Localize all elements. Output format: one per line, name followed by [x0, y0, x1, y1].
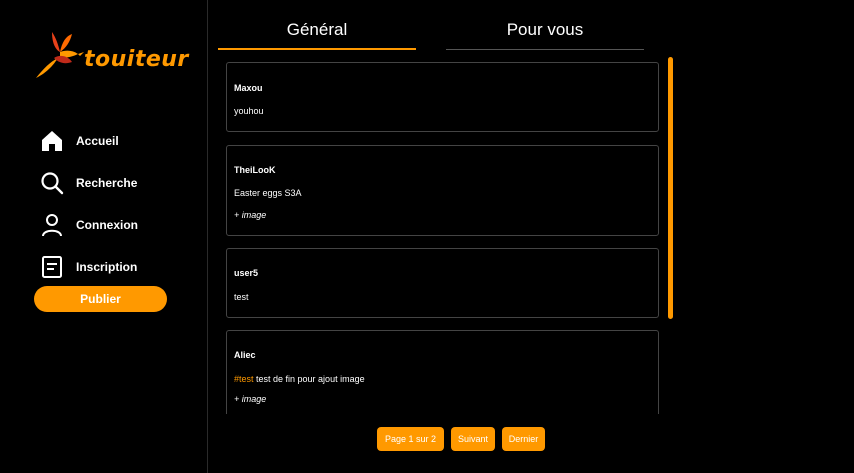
post-image-note: + image: [234, 210, 267, 220]
post-author[interactable]: TheiLooK: [234, 165, 276, 175]
sidebar-item-label: Connexion: [76, 218, 138, 232]
post-author[interactable]: user5: [234, 268, 258, 278]
post-card[interactable]: Aliec #test test de fin pour ajout image…: [226, 330, 659, 414]
post-card[interactable]: Maxou youhou: [226, 62, 659, 132]
post-content: #test test de fin pour ajout image: [234, 374, 365, 384]
app-logo[interactable]: touiteur: [30, 28, 188, 84]
last-page-button[interactable]: Dernier: [502, 427, 545, 451]
post-card[interactable]: user5 test: [226, 248, 659, 318]
post-feed: Maxou youhou TheiLooK Easter eggs S3A + …: [218, 56, 664, 414]
bird-logo-icon: [36, 32, 84, 78]
post-content: Easter eggs S3A: [234, 188, 302, 198]
tab-pour-vous[interactable]: Pour vous: [446, 20, 644, 50]
feed-scrollbar[interactable]: [668, 57, 673, 319]
sidebar-item-accueil[interactable]: Accueil: [40, 120, 138, 162]
sidebar-item-recherche[interactable]: Recherche: [40, 162, 138, 204]
post-content: youhou: [234, 106, 264, 116]
next-page-button[interactable]: Suivant: [451, 427, 495, 451]
post-author[interactable]: Aliec: [234, 350, 256, 360]
post-text: test de fin pour ajout image: [253, 374, 365, 384]
tab-general[interactable]: Général: [218, 20, 416, 50]
search-icon: [41, 172, 64, 195]
publish-button[interactable]: Publier: [34, 286, 167, 312]
post-image-note: + image: [234, 394, 267, 404]
post-content: test: [234, 292, 249, 302]
sidebar-item-label: Recherche: [76, 176, 138, 190]
document-icon: [42, 256, 62, 278]
sidebar-item-connexion[interactable]: Connexion: [40, 204, 138, 246]
post-hashtag[interactable]: #test: [234, 374, 254, 384]
home-icon: [42, 131, 62, 151]
sidebar-nav: Accueil Recherche Connexion Inscription: [40, 120, 138, 288]
sidebar-item-inscription[interactable]: Inscription: [40, 246, 138, 288]
user-icon: [42, 214, 62, 237]
post-card[interactable]: TheiLooK Easter eggs S3A + image: [226, 145, 659, 236]
sidebar: touiteur Accueil Recherche Connexion Ins…: [0, 0, 208, 473]
page-indicator-button[interactable]: Page 1 sur 2: [377, 427, 444, 451]
logo-text: touiteur: [84, 47, 189, 72]
sidebar-item-label: Inscription: [76, 260, 138, 274]
sidebar-item-label: Accueil: [76, 134, 119, 148]
post-author[interactable]: Maxou: [234, 83, 263, 93]
